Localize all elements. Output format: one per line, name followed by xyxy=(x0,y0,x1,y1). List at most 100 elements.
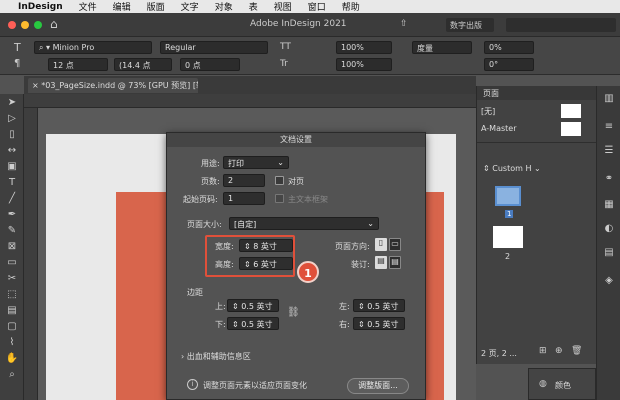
page-1-thumbnail[interactable] xyxy=(495,186,521,206)
leading-field[interactable]: (14.4 点 xyxy=(114,58,172,71)
type-tool-icon[interactable]: T xyxy=(4,176,20,190)
content-collector-icon[interactable]: ▣ xyxy=(4,160,20,174)
bleed-disclosure[interactable]: › 出血和辅助信息区 xyxy=(181,351,251,362)
orientation-label: 页面方向: xyxy=(335,242,370,251)
start-page-input[interactable]: 1 xyxy=(223,192,265,205)
layers-panel-icon[interactable]: ≡ xyxy=(601,120,617,134)
horizontal-ruler[interactable] xyxy=(24,94,476,108)
direct-selection-tool-icon[interactable]: ▷ xyxy=(4,112,20,126)
color-panel-icon[interactable]: ◐ xyxy=(601,222,617,236)
none-master-thumbnail[interactable] xyxy=(561,104,581,118)
gradient-panel-icon[interactable]: ▤ xyxy=(601,246,617,260)
facing-pages-checkbox[interactable] xyxy=(275,176,284,185)
primary-text-frame-checkbox[interactable] xyxy=(275,194,284,203)
intent-select[interactable]: 打印 ⌄ xyxy=(223,156,289,169)
minimize-window-button[interactable] xyxy=(21,21,29,29)
search-input[interactable] xyxy=(506,18,616,32)
landscape-icon[interactable]: ▭ xyxy=(389,238,401,251)
page-size-dropdown[interactable]: ⇕ Custom H ⌄ xyxy=(483,164,541,173)
horizontal-scale-field[interactable]: 100% xyxy=(336,58,392,71)
bottom-margin-label: 下: xyxy=(215,320,226,329)
share-icon[interactable]: ⇧ xyxy=(400,19,408,29)
menu-bar: InDesign 文件 编辑 版面 文字 对象 表 视图 窗口 帮助 xyxy=(0,0,620,13)
left-margin-input[interactable]: ⇕ 0.5 英寸 xyxy=(353,299,405,312)
menu-view[interactable]: 视图 xyxy=(274,0,292,13)
right-to-left-binding-icon[interactable]: ▤ xyxy=(389,256,401,269)
zoom-tool-icon[interactable]: ⌕ xyxy=(4,368,20,382)
scissors-tool-icon[interactable]: ✂ xyxy=(4,272,20,286)
all-caps-button[interactable]: TT xyxy=(280,42,291,52)
pencil-tool-icon[interactable]: ✎ xyxy=(4,224,20,238)
free-transform-tool-icon[interactable]: ⬚ xyxy=(4,288,20,302)
tracking-field[interactable]: 0% xyxy=(484,41,534,54)
swatches-panel-icon[interactable]: ▦ xyxy=(601,198,617,212)
adjust-layout-button[interactable]: 调整版面... xyxy=(347,378,409,394)
menu-layout[interactable]: 版面 xyxy=(147,0,165,13)
menu-table[interactable]: 表 xyxy=(249,0,258,13)
close-tab-icon[interactable]: × xyxy=(32,81,39,90)
intent-label: 用途: xyxy=(201,159,220,168)
page-tool-icon[interactable]: ▯ xyxy=(4,128,20,142)
pages-panel-icon[interactable]: ▥ xyxy=(601,92,617,106)
rectangle-tool-icon[interactable]: ▭ xyxy=(4,256,20,270)
workspace-switcher[interactable]: 数字出版 xyxy=(446,18,494,32)
bottom-margin-input[interactable]: ⇕ 0.5 英寸 xyxy=(227,317,279,330)
baseline-shift-field[interactable]: 0 点 xyxy=(180,58,240,71)
layers-stack-icon[interactable]: ◈ xyxy=(601,274,617,288)
right-panel-dock: ▥ ≡ ☰ ⚭ ▦ ◐ ▤ ◈ xyxy=(596,86,620,400)
new-page-icon[interactable]: ⊕ xyxy=(555,346,563,356)
eyedropper-tool-icon[interactable]: ⌇ xyxy=(4,336,20,350)
top-margin-input[interactable]: ⇕ 0.5 英寸 xyxy=(227,299,279,312)
gradient-tool-icon[interactable]: ▤ xyxy=(4,304,20,318)
note-tool-icon[interactable]: ▢ xyxy=(4,320,20,334)
delete-page-icon[interactable]: 🗑 xyxy=(571,346,582,356)
none-master-label[interactable]: [无] xyxy=(481,106,495,117)
kerning-field[interactable]: 度量 xyxy=(412,41,472,54)
left-to-right-binding-icon[interactable]: ▤ xyxy=(375,256,387,269)
vertical-ruler[interactable] xyxy=(24,108,38,400)
menu-file[interactable]: 文件 xyxy=(79,0,97,13)
portrait-icon[interactable]: ▯ xyxy=(375,238,387,251)
font-family-field[interactable]: ⌕ ▾ Minion Pro xyxy=(34,41,152,54)
menu-type[interactable]: 文字 xyxy=(181,0,199,13)
stepper-icon[interactable]: ⇕ xyxy=(358,302,367,311)
color-panel-tab[interactable]: ◍ 颜色 xyxy=(528,368,596,400)
page-size-select[interactable]: [自定] ⌄ xyxy=(229,217,379,230)
pages-input[interactable]: 2 xyxy=(223,174,265,187)
menu-object[interactable]: 对象 xyxy=(215,0,233,13)
pages-tab[interactable]: 页面 xyxy=(483,88,499,99)
stepper-icon[interactable]: ⇕ xyxy=(232,320,241,329)
edit-page-size-icon[interactable]: ⊞ xyxy=(539,346,547,356)
stroke-panel-icon[interactable]: ☰ xyxy=(601,144,617,158)
skew-field[interactable]: 0° xyxy=(484,58,534,71)
links-panel-icon[interactable]: ⚭ xyxy=(601,172,617,186)
hand-tool-icon[interactable]: ✋ xyxy=(4,352,20,366)
app-menu[interactable]: InDesign xyxy=(18,2,63,12)
stepper-icon[interactable]: ⇕ xyxy=(358,320,367,329)
character-formatting-icon[interactable]: T xyxy=(14,41,21,54)
close-window-button[interactable] xyxy=(8,21,16,29)
vertical-scale-field[interactable]: 100% xyxy=(336,41,392,54)
a-master-thumbnail[interactable] xyxy=(561,122,581,136)
small-caps-button[interactable]: Tr xyxy=(280,59,288,69)
document-tab[interactable]: × *03_PageSize.indd @ 73% [GPU 预览] [转换] xyxy=(28,78,198,93)
menu-edit[interactable]: 编辑 xyxy=(113,0,131,13)
paragraph-formatting-icon[interactable]: ¶ xyxy=(14,58,20,69)
page-2-thumbnail[interactable] xyxy=(493,226,523,248)
rectangle-frame-tool-icon[interactable]: ⊠ xyxy=(4,240,20,254)
selection-tool-icon[interactable]: ➤ xyxy=(4,96,20,110)
zoom-window-button[interactable] xyxy=(34,21,42,29)
home-icon[interactable]: ⌂ xyxy=(50,17,58,31)
line-tool-icon[interactable]: ╱ xyxy=(4,192,20,206)
link-margins-icon[interactable]: ⛓ xyxy=(287,307,300,318)
font-size-field[interactable]: 12 点 xyxy=(48,58,108,71)
gap-tool-icon[interactable]: ↔ xyxy=(4,144,20,158)
right-margin-input[interactable]: ⇕ 0.5 英寸 xyxy=(353,317,405,330)
menu-window[interactable]: 窗口 xyxy=(308,0,326,13)
stepper-icon[interactable]: ⇕ xyxy=(232,302,241,311)
a-master-label[interactable]: A-Master xyxy=(481,124,517,133)
pen-tool-icon[interactable]: ✒ xyxy=(4,208,20,222)
menu-help[interactable]: 帮助 xyxy=(342,0,360,13)
font-style-field[interactable]: Regular xyxy=(160,41,268,54)
page-size-dropdown-label: Custom H xyxy=(492,164,532,173)
